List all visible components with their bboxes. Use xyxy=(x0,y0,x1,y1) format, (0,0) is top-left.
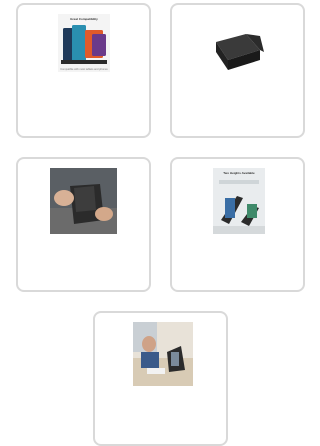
folded-stand-image xyxy=(210,30,268,74)
compatibility-caption: Compatible with most tablets and phones xyxy=(60,67,108,71)
gallery-card-compatibility[interactable]: Great Compatibility Compatible with most… xyxy=(16,3,151,138)
gallery-card-on-desk[interactable] xyxy=(93,311,228,446)
stand-in-hand-image xyxy=(50,168,117,234)
gallery-card-heights[interactable]: Two Heights Available xyxy=(170,157,305,292)
stand-compatibility-image: Great Compatibility Compatible with most… xyxy=(58,14,110,72)
stand-on-desk-image xyxy=(133,322,193,386)
stand-heights-image: Two Heights Available xyxy=(213,168,265,234)
gallery-card-in-hand[interactable] xyxy=(16,157,151,292)
gallery-card-folded[interactable] xyxy=(170,3,305,138)
heights-heading: Two Heights Available xyxy=(223,171,255,175)
compatibility-heading: Great Compatibility xyxy=(70,17,98,21)
